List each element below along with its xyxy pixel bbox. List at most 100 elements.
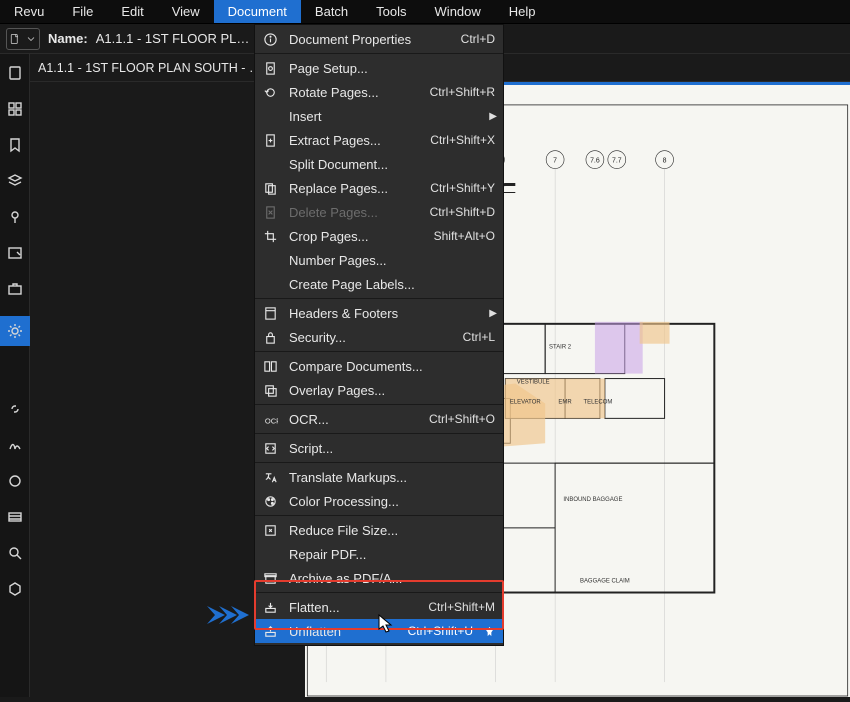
blank-icon xyxy=(261,155,279,173)
overlay-icon xyxy=(261,381,279,399)
menu-item-label: Rotate Pages... xyxy=(289,85,420,100)
file-dropdown-button[interactable] xyxy=(6,28,40,50)
svg-text:7.6: 7.6 xyxy=(590,158,600,165)
svg-text:INBOUND BAGGAGE: INBOUND BAGGAGE xyxy=(563,497,622,503)
lock-icon xyxy=(261,328,279,346)
svg-text:STAIR 2: STAIR 2 xyxy=(549,345,572,351)
menu-item-reduce-file-size[interactable]: Reduce File Size... xyxy=(255,518,503,542)
bookmark-icon[interactable] xyxy=(6,136,24,154)
menu-item-shortcut: Ctrl+Shift+U xyxy=(408,624,473,638)
menu-item-headers-footers[interactable]: Headers & Footers▶ xyxy=(255,301,503,325)
menu-item-shortcut: Ctrl+Shift+M xyxy=(428,600,495,614)
pin-icon[interactable] xyxy=(483,626,495,637)
svg-text:VESTIBULE: VESTIBULE xyxy=(517,380,550,386)
sets-icon[interactable] xyxy=(6,508,24,526)
menu-item-extract-pages[interactable]: Extract Pages...Ctrl+Shift+X xyxy=(255,128,503,152)
menu-divider xyxy=(255,515,503,516)
menu-item-label: Security... xyxy=(289,330,453,345)
svg-text:EMR: EMR xyxy=(558,399,572,405)
menu-window[interactable]: Window xyxy=(421,0,495,23)
menu-item-label: Compare Documents... xyxy=(289,359,495,374)
name-value: A1.1.1 - 1ST FLOOR PL… xyxy=(96,31,250,46)
annotation-arrows xyxy=(205,600,253,635)
grid-icon[interactable] xyxy=(6,100,24,118)
measure-icon[interactable] xyxy=(6,472,24,490)
menu-item-label: Archive as PDF/A... xyxy=(289,571,495,586)
menu-item-page-setup[interactable]: Page Setup... xyxy=(255,56,503,80)
chevron-right-icon: ▶ xyxy=(489,111,497,122)
menu-view[interactable]: View xyxy=(158,0,214,23)
menu-item-label: Delete Pages... xyxy=(289,205,420,220)
menu-item-shortcut: Shift+Alt+O xyxy=(434,229,495,243)
menu-item-repair-pdf[interactable]: Repair PDF... xyxy=(255,542,503,566)
menu-divider xyxy=(255,298,503,299)
translate-icon xyxy=(261,468,279,486)
script-icon xyxy=(261,439,279,457)
menu-edit[interactable]: Edit xyxy=(107,0,157,23)
menu-item-security[interactable]: Security...Ctrl+L xyxy=(255,325,503,349)
menu-item-label: Overlay Pages... xyxy=(289,383,495,398)
menu-item-create-page-labels[interactable]: Create Page Labels... xyxy=(255,272,503,296)
menu-item-ocr[interactable]: OCROCR...Ctrl+Shift+O xyxy=(255,407,503,431)
menu-item-compare-documents[interactable]: Compare Documents... xyxy=(255,354,503,378)
info-icon xyxy=(261,30,279,48)
blank-icon xyxy=(261,251,279,269)
menu-item-label: Reduce File Size... xyxy=(289,523,495,538)
svg-text:8: 8 xyxy=(663,158,667,165)
menu-item-label: Page Setup... xyxy=(289,61,495,76)
studio-icon[interactable] xyxy=(6,580,24,598)
crop-icon xyxy=(261,227,279,245)
menu-item-label: Insert xyxy=(289,109,495,124)
menu-item-label: OCR... xyxy=(289,412,419,427)
menu-item-shortcut: Ctrl+D xyxy=(461,32,495,46)
menu-document[interactable]: Document xyxy=(214,0,301,23)
menu-bar: Revu File Edit View Document Batch Tools… xyxy=(0,0,850,24)
thumbnails-icon[interactable] xyxy=(6,64,24,82)
menu-item-shortcut: Ctrl+Shift+D xyxy=(430,205,495,219)
menu-item-shortcut: Ctrl+Shift+Y xyxy=(430,181,495,195)
menu-item-color-processing[interactable]: Color Processing... xyxy=(255,489,503,513)
properties-icon[interactable] xyxy=(0,316,30,346)
links-icon[interactable] xyxy=(6,400,24,418)
svg-text:7: 7 xyxy=(553,158,557,165)
menu-item-split-document[interactable]: Split Document... xyxy=(255,152,503,176)
signatures-icon[interactable] xyxy=(6,436,24,454)
menu-item-overlay-pages[interactable]: Overlay Pages... xyxy=(255,378,503,402)
menu-divider xyxy=(255,404,503,405)
blank-icon xyxy=(261,107,279,125)
chevron-down-icon xyxy=(25,33,37,45)
menu-item-label: Crop Pages... xyxy=(289,229,424,244)
compare-icon xyxy=(261,357,279,375)
menu-item-document-properties[interactable]: Document Properties Ctrl+D xyxy=(255,27,503,51)
menu-help[interactable]: Help xyxy=(495,0,550,23)
archive-icon xyxy=(261,569,279,587)
toolchest-icon[interactable] xyxy=(6,280,24,298)
menu-file[interactable]: File xyxy=(58,0,107,23)
document-tab-label: A1.1.1 - 1ST FLOOR PLAN SOUTH - … xyxy=(38,61,261,75)
menu-item-archive-as-pdf-a[interactable]: Archive as PDF/A... xyxy=(255,566,503,590)
menu-revu[interactable]: Revu xyxy=(0,0,58,23)
svg-text:7.7: 7.7 xyxy=(612,158,622,165)
document-menu-dropdown: Document Properties Ctrl+D Page Setup... Ro… xyxy=(254,24,504,646)
layers-icon[interactable] xyxy=(6,172,24,190)
menu-tools[interactable]: Tools xyxy=(362,0,420,23)
extract-icon xyxy=(261,131,279,149)
menu-item-delete-pages: Delete Pages... Ctrl+Shift+D xyxy=(255,200,503,224)
rotate-icon xyxy=(261,83,279,101)
menu-item-script[interactable]: Script... xyxy=(255,436,503,460)
search-icon[interactable] xyxy=(6,544,24,562)
menu-item-label: Document Properties xyxy=(289,32,451,47)
menu-item-translate-markups[interactable]: Translate Markups... xyxy=(255,465,503,489)
menu-item-number-pages[interactable]: Number Pages... xyxy=(255,248,503,272)
menu-item-crop-pages[interactable]: Crop Pages... Shift+Alt+O xyxy=(255,224,503,248)
menu-item-replace-pages[interactable]: Replace Pages...Ctrl+Shift+Y xyxy=(255,176,503,200)
menu-item-rotate-pages[interactable]: Rotate Pages...Ctrl+Shift+R xyxy=(255,80,503,104)
places-icon[interactable] xyxy=(6,208,24,226)
blank-icon xyxy=(261,545,279,563)
menu-item-insert[interactable]: Insert▶ xyxy=(255,104,503,128)
menu-batch[interactable]: Batch xyxy=(301,0,362,23)
menu-item-label: Translate Markups... xyxy=(289,470,495,485)
menu-item-shortcut: Ctrl+Shift+O xyxy=(429,412,495,426)
forms-icon[interactable] xyxy=(6,244,24,262)
menu-item-label: Flatten... xyxy=(289,600,418,615)
